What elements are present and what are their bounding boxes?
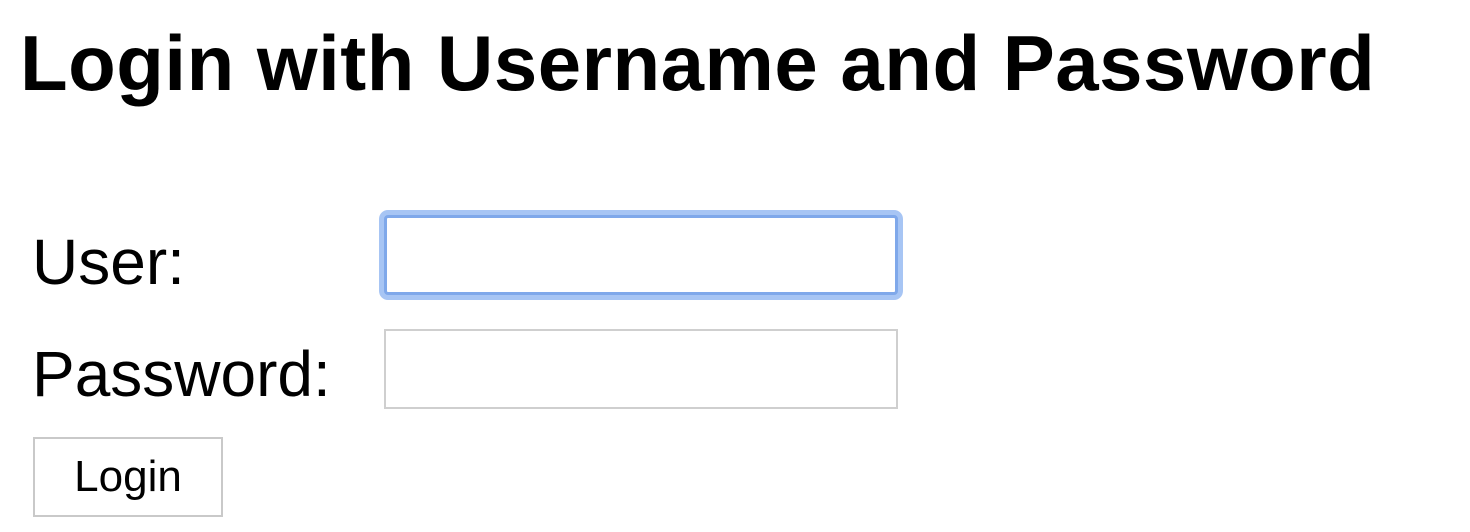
user-input[interactable] — [384, 215, 898, 295]
password-input[interactable] — [384, 329, 898, 409]
user-label: User: — [32, 226, 185, 298]
password-label: Password: — [32, 338, 331, 410]
login-form: User: Password: Login — [0, 0, 1470, 532]
login-button[interactable]: Login — [33, 437, 223, 517]
